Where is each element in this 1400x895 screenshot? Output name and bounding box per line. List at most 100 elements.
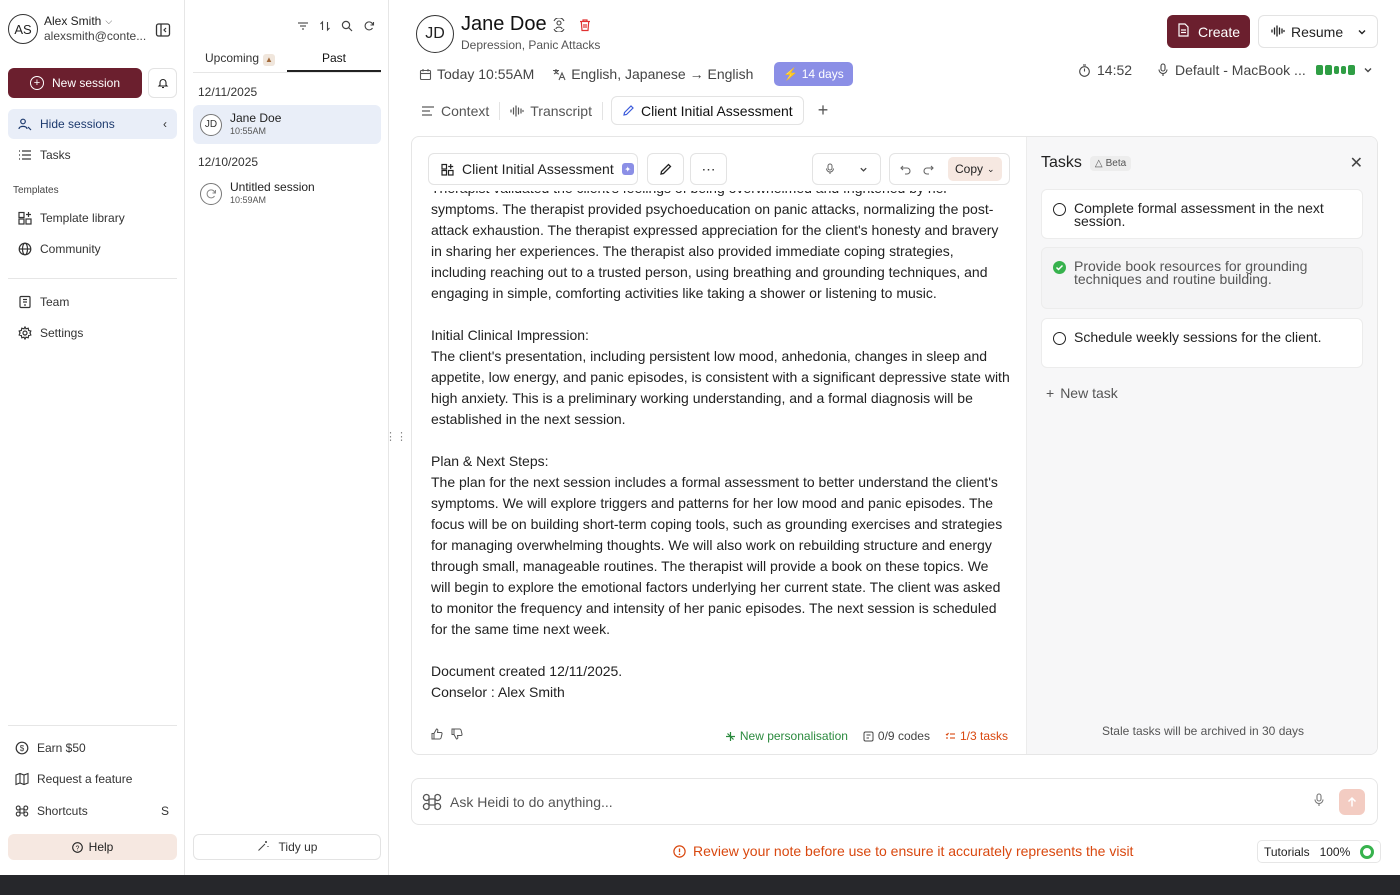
- earn-item[interactable]: $ Earn $50: [8, 733, 177, 763]
- session-item[interactable]: JD Jane Doe 10:55AM: [193, 105, 381, 144]
- main-content: JD Jane Doe Depression, Panic Attacks Cr…: [385, 0, 1400, 875]
- untitled-session-icon: [200, 182, 222, 205]
- session-time: 10:55AM: [230, 125, 267, 136]
- search-icon[interactable]: [340, 19, 354, 33]
- shortcuts-item[interactable]: Shortcuts S: [8, 796, 177, 826]
- task-checkbox[interactable]: [1053, 332, 1066, 345]
- undo-icon[interactable]: [900, 164, 911, 175]
- microphone-icon[interactable]: [813, 163, 847, 175]
- copy-button[interactable]: Copy ⌄: [948, 157, 1002, 181]
- trash-icon[interactable]: [578, 18, 592, 35]
- new-session-button[interactable]: + New session: [8, 68, 142, 98]
- tab-context-label: Context: [441, 102, 490, 119]
- lock-icon: ▲: [263, 54, 276, 66]
- shortcut-key: S: [160, 804, 169, 818]
- resume-button[interactable]: Resume: [1258, 15, 1378, 48]
- patient-conditions: Depression, Panic Attacks: [461, 38, 601, 52]
- tab-past[interactable]: Past: [287, 46, 381, 72]
- tidy-up-button[interactable]: Tidy up: [193, 834, 381, 860]
- patient-name[interactable]: Jane Doe: [461, 13, 547, 36]
- new-task-button[interactable]: + New task: [1046, 385, 1118, 401]
- tab-context[interactable]: Context: [411, 96, 499, 125]
- edit-button[interactable]: [647, 153, 684, 185]
- pencil-icon: [622, 104, 635, 117]
- history-copy-group: Copy ⌄: [889, 153, 1010, 185]
- create-button[interactable]: Create: [1167, 15, 1250, 48]
- tab-transcript[interactable]: Transcript: [500, 96, 602, 125]
- chevron-down-icon[interactable]: [847, 165, 881, 174]
- counselor-line: Conselor : Alex Smith: [431, 684, 565, 700]
- session-item[interactable]: Untitled session 10:59AM: [193, 174, 381, 213]
- sidebar-item-community[interactable]: Community: [8, 234, 177, 264]
- sidebar-item-template-library[interactable]: Template library: [8, 203, 177, 233]
- users-icon: [18, 117, 32, 131]
- notifications-button[interactable]: [148, 68, 177, 98]
- swap-patient-icon[interactable]: [552, 17, 566, 35]
- tutorials-label: Tutorials: [1264, 844, 1310, 859]
- hide-sessions-item[interactable]: Hide sessions ‹: [8, 109, 177, 139]
- sidebar-item-settings[interactable]: Settings: [8, 318, 177, 348]
- language-selector[interactable]: English, Japanese → English: [552, 66, 753, 82]
- template-selector-button[interactable]: Client Initial Assessment ✦: [428, 153, 638, 185]
- tab-client-initial-assessment[interactable]: Client Initial Assessment: [610, 96, 804, 125]
- codes-counter[interactable]: 0/9 codes: [863, 729, 930, 743]
- sidebar-toggle-icon[interactable]: [155, 22, 171, 38]
- plan-heading: Plan & Next Steps:: [431, 453, 549, 469]
- refresh-icon[interactable]: [362, 19, 376, 33]
- add-tab-icon[interactable]: +: [818, 100, 829, 121]
- task-checkbox-checked[interactable]: [1053, 261, 1066, 274]
- more-options-button[interactable]: ⋯: [690, 153, 727, 185]
- microphone-selector[interactable]: Default - MacBook ...: [1157, 62, 1373, 78]
- microphone-label: Default - MacBook ...: [1175, 62, 1306, 78]
- microphone-icon[interactable]: [1313, 793, 1325, 807]
- ask-input[interactable]: [450, 793, 1270, 810]
- context-icon: [421, 105, 435, 117]
- tab-separator: [601, 101, 603, 120]
- help-button[interactable]: ? Help: [8, 834, 177, 860]
- chevron-down-icon[interactable]: [1363, 65, 1373, 75]
- sort-icon[interactable]: [318, 19, 332, 33]
- request-feature-item[interactable]: Request a feature: [8, 764, 177, 794]
- magic-wand-icon: [257, 840, 269, 855]
- session-date[interactable]: Today 10:55AM: [419, 66, 534, 82]
- sidebar-item-team[interactable]: Team: [8, 287, 177, 317]
- ellipsis-icon: ⋯: [701, 160, 716, 177]
- svg-text:?: ?: [75, 845, 79, 852]
- task-item[interactable]: Complete formal assessment in the next s…: [1041, 189, 1363, 239]
- session-name: Jane Doe: [230, 110, 282, 125]
- tasks-counter[interactable]: 1/3 tasks: [945, 729, 1008, 743]
- task-checkbox[interactable]: [1053, 203, 1066, 216]
- earn-label: Earn $50: [37, 741, 86, 755]
- session-date-label: Today 10:55AM: [437, 66, 535, 82]
- map-icon: [15, 772, 29, 786]
- note-body[interactable]: Therapist validated the client's feeling…: [431, 191, 1011, 721]
- tasks-label: Tasks: [40, 148, 71, 162]
- user-profile[interactable]: AS Alex Smith ⌵ alexsmith@conte...: [8, 14, 146, 44]
- thumbs-down-icon[interactable]: [451, 728, 463, 743]
- task-item[interactable]: Provide book resources for grounding tec…: [1041, 247, 1363, 309]
- resize-handle[interactable]: ⋮⋮: [385, 430, 407, 443]
- redo-icon[interactable]: [923, 164, 934, 175]
- days-badge[interactable]: ⚡ 14 days: [774, 62, 853, 86]
- code-box-icon: [863, 731, 874, 742]
- tab-upcoming[interactable]: Upcoming ▲: [193, 46, 287, 72]
- beta-label: Beta: [1105, 157, 1127, 169]
- close-icon[interactable]: ✕: [1350, 153, 1363, 173]
- note-editor: Client Initial Assessment ✦ ⋯ Copy ⌄ sym…: [412, 137, 1026, 754]
- beta-badge: △ Beta: [1089, 155, 1132, 171]
- copy-label: Copy: [955, 162, 984, 176]
- pencil-icon: [659, 163, 671, 175]
- team-label: Team: [40, 295, 70, 309]
- tutorials-widget[interactable]: Tutorials 100%: [1257, 840, 1382, 863]
- sidebar-item-tasks[interactable]: Tasks: [8, 140, 177, 170]
- tasks-pane: Tasks △ Beta ✕ Complete formal assessment…: [1026, 137, 1377, 754]
- sparkle-icon: [725, 731, 736, 742]
- chevron-down-icon[interactable]: [1357, 24, 1367, 40]
- new-personalisation-link[interactable]: New personalisation: [725, 729, 848, 743]
- impression-heading: Initial Clinical Impression:: [431, 327, 589, 343]
- filter-icon[interactable]: [296, 19, 310, 33]
- impression-body: The client's presentation, including per…: [431, 348, 1010, 427]
- send-button[interactable]: [1339, 789, 1365, 815]
- task-item[interactable]: Schedule weekly sessions for the client.: [1041, 318, 1363, 368]
- thumbs-up-icon[interactable]: [431, 728, 443, 743]
